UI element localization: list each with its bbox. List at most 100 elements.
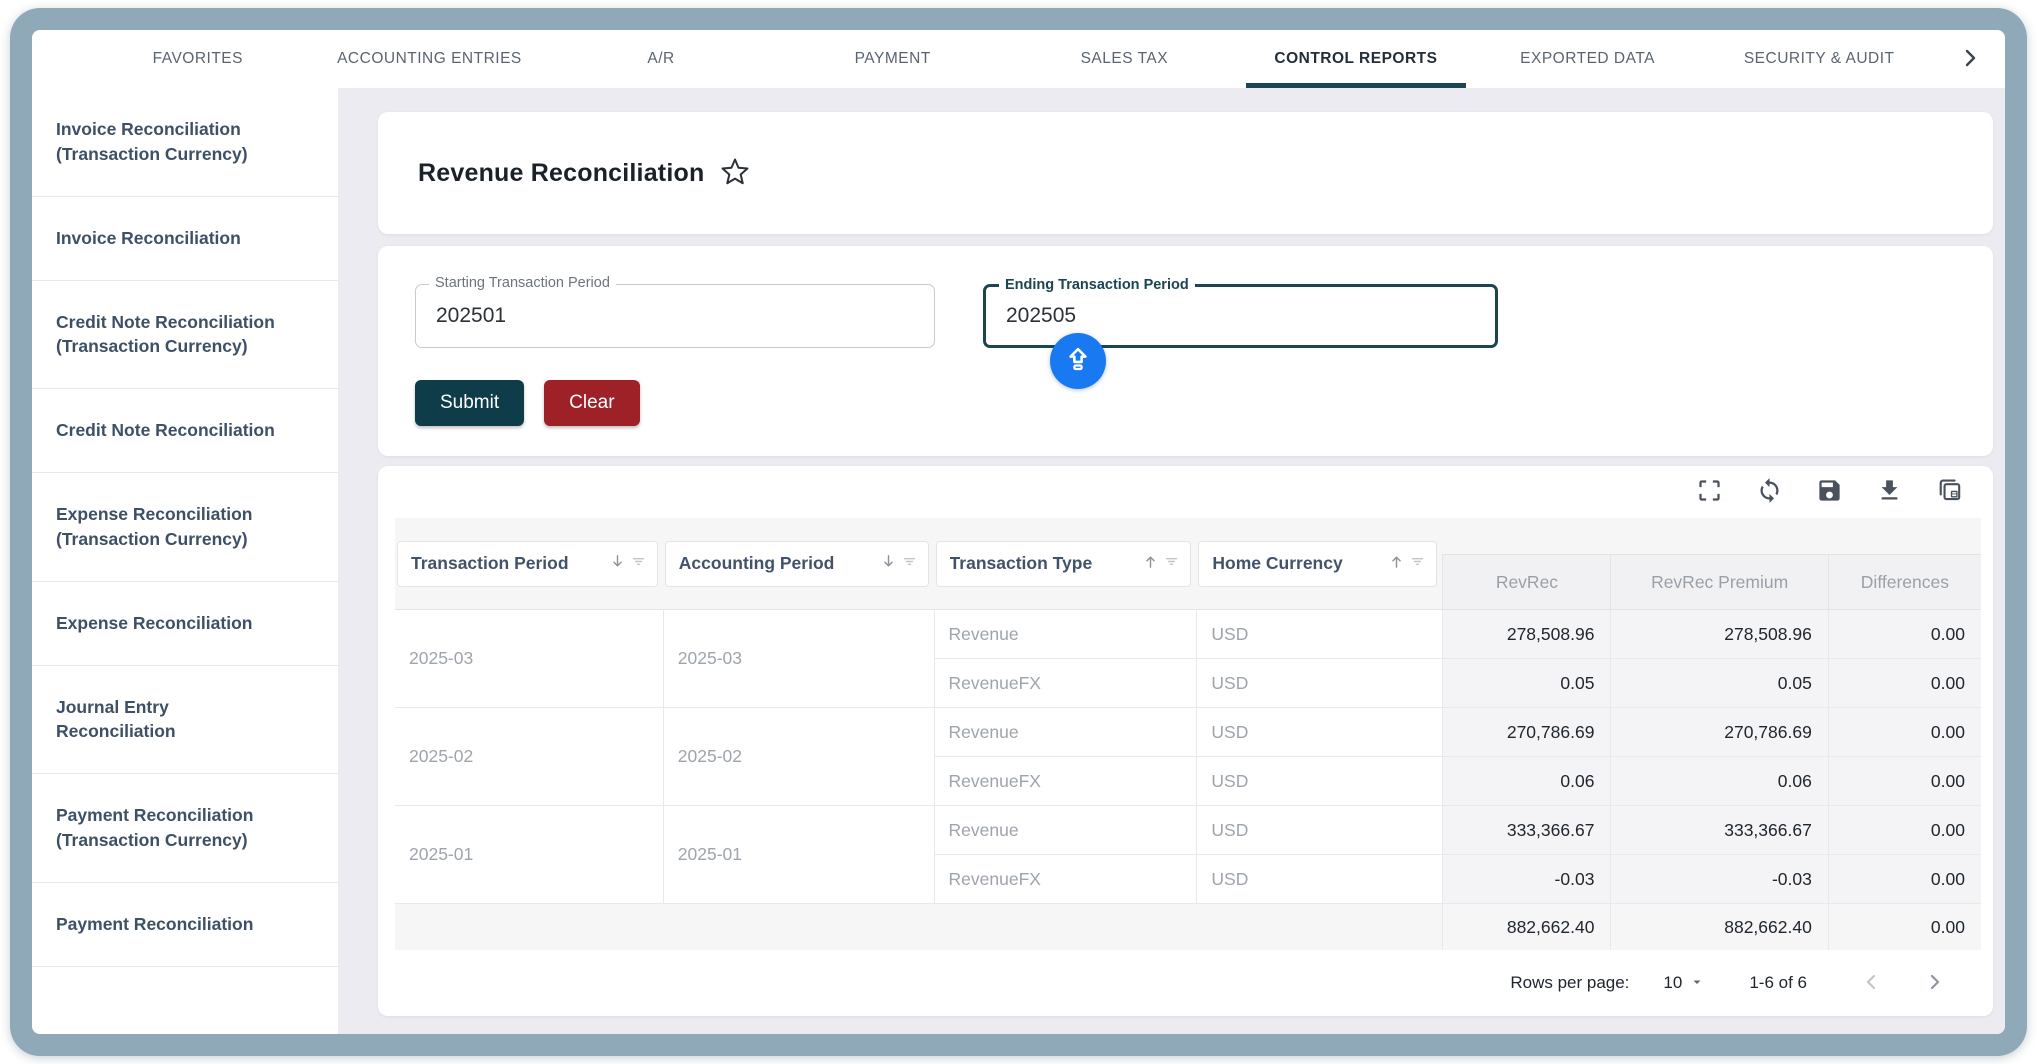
copy-table-button[interactable] bbox=[1936, 477, 1963, 507]
pagination-range: 1-6 of 6 bbox=[1749, 973, 1807, 993]
starting-period-input[interactable] bbox=[416, 285, 934, 347]
column-label: Transaction Period bbox=[411, 553, 609, 574]
cell-revrec-premium: 333,366.67 bbox=[1610, 806, 1827, 855]
sidebar-item-credit-note-reconciliation[interactable]: Credit Note Reconciliation bbox=[32, 389, 338, 473]
rows-per-page-select[interactable]: 10 bbox=[1663, 973, 1703, 993]
sidebar-item-expense-reconciliation-tc[interactable]: Expense Reconciliation (Transaction Curr… bbox=[32, 473, 338, 582]
save-icon bbox=[1816, 477, 1843, 507]
cell-home-currency: USD bbox=[1196, 708, 1442, 757]
favorite-toggle-button[interactable] bbox=[720, 157, 750, 190]
sidebar-item-expense-reconciliation[interactable]: Expense Reconciliation bbox=[32, 582, 338, 666]
report-title-card: Revenue Reconciliation bbox=[378, 112, 1993, 234]
download-button[interactable] bbox=[1876, 477, 1903, 507]
header-spacer bbox=[1828, 518, 1981, 554]
column-header-transaction-type[interactable]: Transaction Type bbox=[936, 541, 1192, 587]
table-toolbar bbox=[378, 466, 1993, 518]
cell-revrec-premium: 0.06 bbox=[1610, 757, 1827, 806]
header-cell: Home Currency bbox=[1196, 518, 1442, 610]
save-button[interactable] bbox=[1816, 477, 1843, 507]
tab-sales-tax[interactable]: SALES TAX bbox=[1009, 30, 1241, 88]
tab-favorites[interactable]: FAVORITES bbox=[82, 30, 314, 88]
header-cell-revrec: RevRec bbox=[1442, 518, 1610, 610]
cell-transaction-type: RevenueFX bbox=[934, 757, 1197, 806]
cell-differences: 0.00 bbox=[1828, 806, 1981, 855]
sidebar-item-payment-reconciliation-tc[interactable]: Payment Reconciliation (Transaction Curr… bbox=[32, 774, 338, 883]
shift-arrow-icon bbox=[1062, 343, 1094, 380]
header-spacer bbox=[1610, 518, 1827, 554]
column-header-differences: Differences bbox=[1828, 554, 1981, 609]
dropdown-caret-icon bbox=[1691, 973, 1703, 993]
header-cell: Transaction Period bbox=[395, 518, 663, 610]
sidebar-item-label: Expense Reconciliation (Transaction Curr… bbox=[56, 502, 314, 552]
starting-period-label: Starting Transaction Period bbox=[429, 275, 616, 291]
next-page-button[interactable] bbox=[1923, 970, 1947, 997]
filter-icon[interactable] bbox=[630, 553, 647, 575]
sidebar-item-label: Payment Reconciliation (Transaction Curr… bbox=[56, 803, 314, 853]
cell-transaction-type: RevenueFX bbox=[934, 659, 1197, 708]
cell-revrec-premium: 0.05 bbox=[1610, 659, 1827, 708]
sidebar-item-payment-reconciliation[interactable]: Payment Reconciliation bbox=[32, 883, 338, 967]
form-buttons-row: Submit Clear bbox=[415, 380, 1993, 426]
cell-revrec: 278,508.96 bbox=[1442, 610, 1610, 659]
filter-icon[interactable] bbox=[901, 553, 918, 575]
cell-accounting-period: 2025-01 bbox=[663, 806, 934, 904]
rows-per-page-value: 10 bbox=[1663, 973, 1682, 993]
tab-security-audit[interactable]: SECURITY & AUDIT bbox=[1703, 30, 1935, 88]
sidebar-item-invoice-reconciliation[interactable]: Invoice Reconciliation bbox=[32, 197, 338, 281]
total-row-spacer bbox=[395, 904, 1442, 950]
cell-home-currency: USD bbox=[1196, 806, 1442, 855]
sidebar-item-label: Invoice Reconciliation (Transaction Curr… bbox=[56, 117, 314, 167]
clear-button[interactable]: Clear bbox=[544, 380, 639, 426]
sort-arrow-down-icon bbox=[880, 553, 897, 575]
sidebar-item-credit-note-reconciliation-tc[interactable]: Credit Note Reconciliation (Transaction … bbox=[32, 281, 338, 390]
cell-revrec: 333,366.67 bbox=[1442, 806, 1610, 855]
sidebar-item-label: Credit Note Reconciliation bbox=[56, 418, 275, 443]
cell-revrec: -0.03 bbox=[1442, 855, 1610, 904]
tab-accounting-entries[interactable]: ACCOUNTING ENTRIES bbox=[314, 30, 546, 88]
filter-icon[interactable] bbox=[1409, 553, 1426, 575]
tab-control-reports[interactable]: CONTROL REPORTS bbox=[1240, 30, 1472, 88]
tab-exported-data[interactable]: EXPORTED DATA bbox=[1472, 30, 1704, 88]
star-outline-icon bbox=[720, 157, 750, 190]
cell-home-currency: USD bbox=[1196, 757, 1442, 806]
total-revrec: 882,662.40 bbox=[1442, 904, 1610, 950]
window-frame: FAVORITES ACCOUNTING ENTRIES A/R PAYMENT… bbox=[10, 8, 2027, 1056]
cell-revrec-premium: 278,508.96 bbox=[1610, 610, 1827, 659]
rows-per-page-label: Rows per page: bbox=[1510, 973, 1629, 993]
main-panel: Revenue Reconciliation Starting Transact… bbox=[338, 88, 2005, 1034]
tab-label: CONTROL REPORTS bbox=[1274, 50, 1437, 68]
filter-icon[interactable] bbox=[1163, 553, 1180, 575]
column-label: Home Currency bbox=[1212, 553, 1388, 574]
cell-differences: 0.00 bbox=[1828, 757, 1981, 806]
cell-differences: 0.00 bbox=[1828, 855, 1981, 904]
sidebar-item-invoice-reconciliation-tc[interactable]: Invoice Reconciliation (Transaction Curr… bbox=[32, 88, 338, 197]
page-title: Revenue Reconciliation bbox=[418, 159, 704, 188]
top-tab-bar: FAVORITES ACCOUNTING ENTRIES A/R PAYMENT… bbox=[32, 30, 2005, 88]
previous-page-button[interactable] bbox=[1859, 970, 1883, 997]
column-header-home-currency[interactable]: Home Currency bbox=[1198, 541, 1437, 587]
tab-label: SALES TAX bbox=[1081, 50, 1169, 68]
tab-label: SECURITY & AUDIT bbox=[1744, 50, 1895, 68]
fullscreen-button[interactable] bbox=[1696, 477, 1723, 507]
cell-differences: 0.00 bbox=[1828, 708, 1981, 757]
cell-revrec: 0.05 bbox=[1442, 659, 1610, 708]
column-header-transaction-period[interactable]: Transaction Period bbox=[397, 541, 658, 587]
tab-ar[interactable]: A/R bbox=[545, 30, 777, 88]
sidebar-item-journal-entry-reconciliation[interactable]: Journal Entry Reconciliation bbox=[32, 666, 338, 775]
sidebar-item-label: Expense Reconciliation bbox=[56, 611, 252, 636]
sidebar-item-label: Journal Entry Reconciliation bbox=[56, 695, 256, 745]
sidebar-item-label: Invoice Reconciliation bbox=[56, 226, 241, 251]
tab-payment[interactable]: PAYMENT bbox=[777, 30, 1009, 88]
cell-accounting-period: 2025-02 bbox=[663, 708, 934, 806]
cell-home-currency: USD bbox=[1196, 610, 1442, 659]
submit-button[interactable]: Submit bbox=[415, 380, 524, 426]
column-header-revrec: RevRec bbox=[1442, 554, 1610, 609]
chevron-left-icon bbox=[1859, 970, 1883, 997]
column-header-accounting-period[interactable]: Accounting Period bbox=[665, 541, 929, 587]
tab-overflow-button[interactable] bbox=[1935, 30, 2005, 88]
refresh-button[interactable] bbox=[1756, 477, 1783, 507]
pagination-bar: Rows per page: 10 1-6 of 6 bbox=[378, 950, 1993, 1016]
cursor-badge bbox=[1050, 333, 1106, 389]
tab-label: PAYMENT bbox=[855, 50, 931, 68]
column-header-revrec-premium: RevRec Premium bbox=[1610, 554, 1827, 609]
